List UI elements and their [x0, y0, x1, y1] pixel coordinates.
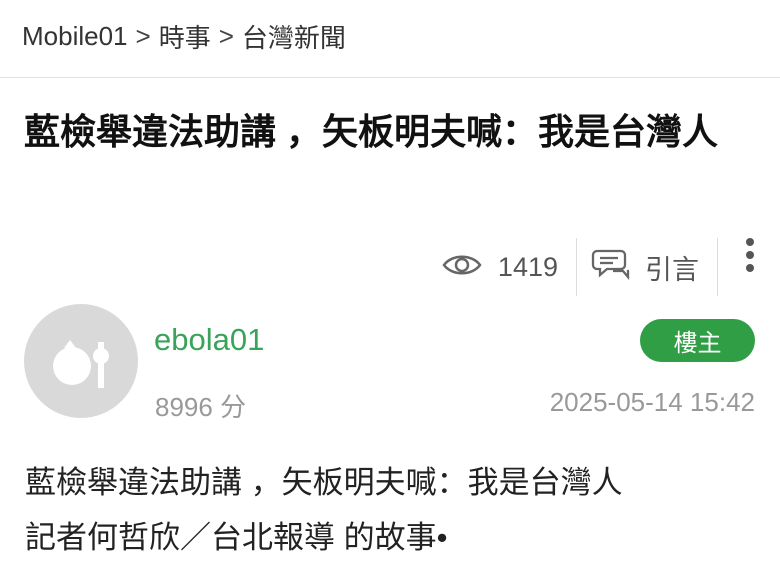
- more-vertical-icon[interactable]: [718, 238, 754, 296]
- view-count-value: 1419: [497, 251, 558, 282]
- breadcrumb-item-current-affairs[interactable]: 時事: [159, 18, 211, 55]
- author-username[interactable]: ebola01: [154, 322, 264, 358]
- breadcrumb: Mobile01 > 時事 > 台灣新聞: [22, 18, 346, 55]
- post-timestamp: 2025-05-14 15:42: [549, 387, 755, 417]
- breadcrumb-separator: >: [218, 21, 234, 51]
- post-title: 藍檢舉違法助講 ，矢板明夫喊：我是台灣人: [24, 111, 719, 152]
- post-body-line: 藍檢舉違法助講 ，矢板明夫喊：我是台灣人: [25, 465, 623, 500]
- author-score: 8996 分: [155, 392, 247, 422]
- quote-label: 引言: [645, 254, 699, 285]
- breadcrumb-item-taiwan-news[interactable]: 台灣新聞: [242, 18, 346, 55]
- view-count: 1419: [442, 238, 576, 296]
- post-stats-bar: 1419 引言: [442, 238, 754, 296]
- post-body-line: 記者何哲欣／台北報導 的故事•: [25, 520, 448, 555]
- avatar[interactable]: [24, 304, 138, 418]
- breadcrumb-item-mobile01[interactable]: Mobile01: [22, 21, 128, 52]
- op-badge: 樓主: [640, 319, 755, 362]
- quote-chat-icon: [591, 247, 631, 288]
- header-divider: [0, 77, 780, 78]
- quote-button[interactable]: 引言: [577, 238, 717, 296]
- breadcrumb-separator: >: [135, 21, 151, 51]
- post-body: 藍檢舉違法助講 ，矢板明夫喊：我是台灣人 記者何哲欣／台北報導 的故事•: [25, 455, 765, 565]
- eye-icon: [442, 252, 482, 283]
